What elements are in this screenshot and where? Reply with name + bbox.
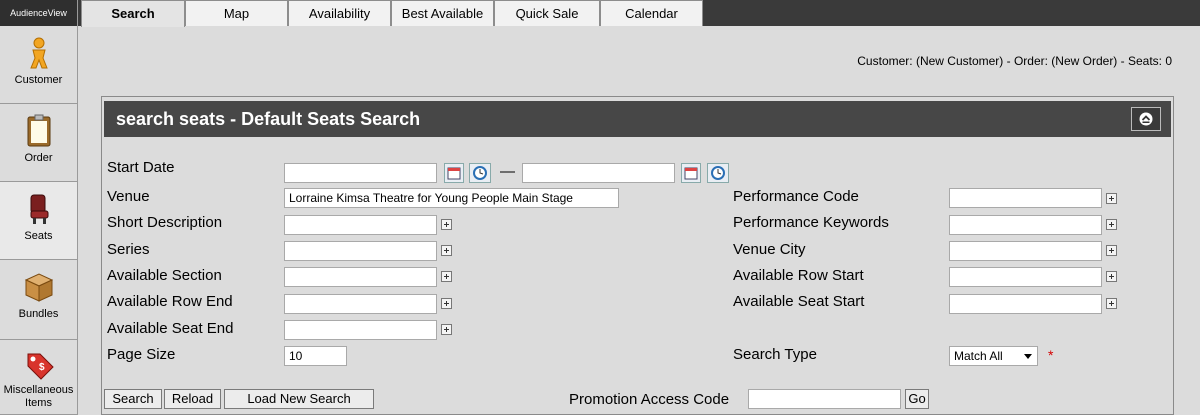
misc-items-icon: $ bbox=[27, 353, 54, 380]
order-icon bbox=[27, 114, 50, 147]
search-panel: search seats - Default Seats Search Star… bbox=[101, 96, 1174, 415]
calendar-icon[interactable] bbox=[681, 163, 701, 183]
sidebar-item-label: Miscellaneous Items bbox=[3, 384, 74, 409]
search-button[interactable]: Search bbox=[104, 389, 162, 409]
venue-city-input[interactable] bbox=[949, 241, 1102, 261]
promotion-access-code-input[interactable] bbox=[748, 389, 901, 409]
tab-quick-sale[interactable]: Quick Sale bbox=[494, 0, 600, 26]
available-row-end-label: Available Row End bbox=[107, 293, 233, 310]
sidebar-item-miscellaneous[interactable]: $ Miscellaneous Items bbox=[0, 340, 77, 415]
expand-plus-icon[interactable] bbox=[1106, 271, 1117, 282]
expand-plus-icon[interactable] bbox=[441, 219, 452, 230]
seats-icon bbox=[30, 194, 48, 224]
sidebar-item-customer[interactable]: Customer bbox=[0, 26, 77, 104]
performance-keywords-label: Performance Keywords bbox=[733, 214, 889, 231]
available-seat-end-input[interactable] bbox=[284, 320, 437, 340]
expand-plus-icon[interactable] bbox=[1106, 193, 1117, 204]
performance-code-input[interactable] bbox=[949, 188, 1102, 208]
expand-plus-icon[interactable] bbox=[1106, 298, 1117, 309]
venue-city-label: Venue City bbox=[733, 241, 806, 258]
expand-plus-icon[interactable] bbox=[441, 245, 452, 256]
sidebar-item-bundles[interactable]: Bundles bbox=[0, 260, 77, 340]
tab-availability[interactable]: Availability bbox=[288, 0, 391, 26]
reload-button[interactable]: Reload bbox=[164, 389, 221, 409]
short-description-label: Short Description bbox=[107, 214, 223, 231]
expand-plus-icon[interactable] bbox=[441, 324, 452, 335]
clock-icon[interactable] bbox=[469, 163, 491, 183]
panel-title: search seats - Default Seats Search bbox=[116, 109, 421, 129]
available-row-start-label: Available Row Start bbox=[733, 267, 864, 284]
available-seat-end-label: Available Seat End bbox=[107, 320, 234, 337]
sidebar-item-label: Bundles bbox=[18, 308, 59, 320]
venue-label: Venue bbox=[107, 188, 150, 205]
search-type-select[interactable]: Match All bbox=[949, 346, 1038, 366]
sidebar-item-label: Order bbox=[24, 152, 53, 164]
tab-search[interactable]: Search bbox=[81, 0, 185, 27]
series-label: Series bbox=[107, 241, 150, 258]
tab-map[interactable]: Map bbox=[185, 0, 288, 26]
collapse-button[interactable] bbox=[1131, 107, 1161, 131]
chevron-down-icon bbox=[1024, 354, 1032, 359]
tab-bar: Search Map Availability Best Available Q… bbox=[78, 0, 1200, 27]
sidebar-item-label: Customer bbox=[14, 74, 63, 86]
performance-keywords-input[interactable] bbox=[949, 215, 1102, 235]
panel-header: search seats - Default Seats Search bbox=[104, 101, 1171, 137]
expand-plus-icon[interactable] bbox=[441, 271, 452, 282]
expand-plus-icon[interactable] bbox=[441, 298, 452, 309]
clock-icon[interactable] bbox=[707, 163, 729, 183]
start-date-label: Start Date bbox=[107, 159, 175, 176]
customer-order-status: Customer: (New Customer) - Order: (New O… bbox=[857, 54, 1172, 68]
short-description-input[interactable] bbox=[284, 215, 437, 235]
customer-icon bbox=[29, 37, 48, 69]
page-size-label: Page Size bbox=[107, 346, 176, 363]
calendar-icon[interactable] bbox=[444, 163, 464, 183]
performance-code-label: Performance Code bbox=[733, 188, 859, 205]
available-row-start-input[interactable] bbox=[949, 267, 1102, 287]
brand-logo: AudienceView bbox=[0, 0, 77, 26]
search-type-value: Match All bbox=[954, 349, 1003, 363]
bundles-icon bbox=[24, 273, 53, 302]
available-row-end-input[interactable] bbox=[284, 294, 437, 314]
available-section-label: Available Section bbox=[107, 267, 222, 284]
expand-plus-icon[interactable] bbox=[1106, 219, 1117, 230]
tab-best-available[interactable]: Best Available bbox=[391, 0, 494, 26]
svg-text:$: $ bbox=[39, 362, 45, 373]
date-range-separator: — bbox=[500, 163, 515, 180]
sidebar-item-order[interactable]: Order bbox=[0, 104, 77, 182]
sidebar: AudienceView Customer Order Seats Bundle… bbox=[0, 0, 78, 415]
venue-input[interactable] bbox=[284, 188, 619, 208]
sidebar-item-seats[interactable]: Seats bbox=[0, 182, 77, 260]
page-size-input[interactable] bbox=[284, 346, 347, 366]
collapse-up-icon bbox=[1139, 112, 1153, 126]
search-type-label: Search Type bbox=[733, 346, 817, 363]
go-button[interactable]: Go bbox=[905, 389, 929, 409]
available-seat-start-label: Available Seat Start bbox=[733, 293, 865, 310]
tab-calendar[interactable]: Calendar bbox=[600, 0, 703, 26]
load-new-search-button[interactable]: Load New Search bbox=[224, 389, 374, 409]
promotion-access-code-label: Promotion Access Code bbox=[569, 391, 730, 408]
start-date-from-input[interactable] bbox=[284, 163, 437, 183]
start-date-to-input[interactable] bbox=[522, 163, 675, 183]
sidebar-item-label: Seats bbox=[24, 230, 53, 242]
expand-plus-icon[interactable] bbox=[1106, 245, 1117, 256]
required-marker: * bbox=[1048, 347, 1054, 363]
available-section-input[interactable] bbox=[284, 267, 437, 287]
available-seat-start-input[interactable] bbox=[949, 294, 1102, 314]
series-input[interactable] bbox=[284, 241, 437, 261]
